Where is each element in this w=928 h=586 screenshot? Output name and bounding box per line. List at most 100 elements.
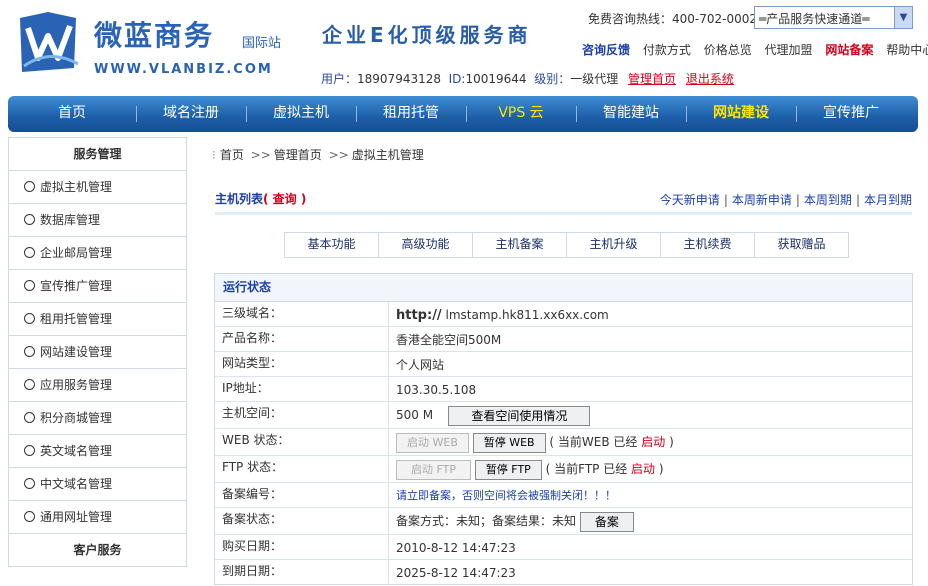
breadcrumb-manage[interactable]: 管理首页 bbox=[274, 148, 322, 162]
link-week-expire[interactable]: 本周到期 bbox=[804, 193, 852, 207]
web-state: 启动 bbox=[641, 435, 666, 449]
beian-warning: 请立即备案，否则空间将会被强制关闭！！！ bbox=[396, 489, 616, 502]
table-row: FTP 状态： 启动 FTP 暂停 FTP ( 当前FTP 已经 启动 ) bbox=[215, 456, 912, 483]
pause-ftp-button[interactable]: 暂停 FTP bbox=[474, 459, 542, 480]
tab-basic[interactable]: 基本功能 bbox=[285, 233, 379, 257]
beian-status-value: 备案方式：未知；备案结果：未知 bbox=[396, 514, 577, 528]
level-value: 一级代理 bbox=[570, 72, 619, 86]
table-row: IP地址： 103.30.5.108 bbox=[215, 377, 912, 402]
run-status-panel: 运行状态 三级域名： http:// lmstamp.hk811.xx6xx.c… bbox=[214, 273, 913, 585]
user-label: 用户： bbox=[321, 72, 358, 86]
id-value: 10019644 bbox=[465, 72, 527, 86]
start-ftp-button[interactable]: 启动 FTP bbox=[396, 459, 471, 480]
circle-icon bbox=[24, 379, 35, 390]
sidebar-item-app[interactable]: 应用服务管理 bbox=[8, 369, 187, 402]
view-space-usage-button[interactable]: 查看空间使用情况 bbox=[448, 405, 591, 426]
circle-icon bbox=[24, 478, 35, 489]
link-beian[interactable]: 网站备案 bbox=[825, 43, 873, 57]
circle-icon bbox=[24, 445, 35, 456]
sidebar-item-vhost[interactable]: 虚拟主机管理 bbox=[8, 171, 187, 204]
sidebar-item-mail[interactable]: 企业邮局管理 bbox=[8, 237, 187, 270]
chevron-down-icon[interactable]: ▼ bbox=[894, 7, 912, 28]
nav-vhost[interactable]: 虚拟主机 bbox=[246, 96, 356, 132]
logout-link[interactable]: 退出系统 bbox=[686, 72, 734, 86]
link-today-new[interactable]: 今天新申请 bbox=[660, 193, 720, 207]
tab-beian[interactable]: 主机备案 bbox=[473, 233, 567, 257]
sidebar: 服务管理 虚拟主机管理 数据库管理 企业邮局管理 宣传推广管理 租用托管管理 网… bbox=[8, 137, 187, 567]
tab-advanced[interactable]: 高级功能 bbox=[379, 233, 473, 257]
brand-url: WWW.VLANBIZ.COM bbox=[94, 62, 273, 77]
domain-label: 三级域名： bbox=[215, 302, 389, 326]
buy-date-label: 购买日期： bbox=[215, 535, 389, 559]
table-row: 购买日期： 2010-8-12 14:47:23 bbox=[215, 535, 912, 560]
sidebar-item-label: 租用托管管理 bbox=[40, 312, 113, 326]
title-rule bbox=[215, 212, 912, 215]
quick-channel-select[interactable]: ═产品服务快速通道═ ▼ bbox=[754, 6, 913, 29]
breadcrumb-home[interactable]: 首页 bbox=[220, 148, 244, 162]
domain-prefix: http:// bbox=[396, 308, 442, 323]
query-link[interactable]: ( 查询 ) bbox=[263, 192, 306, 206]
link-price[interactable]: 价格总览 bbox=[704, 43, 752, 57]
ftp-state: 启动 bbox=[631, 462, 656, 476]
link-agent[interactable]: 代理加盟 bbox=[765, 43, 813, 57]
sidebar-item-webbuild[interactable]: 网站建设管理 bbox=[8, 336, 187, 369]
function-tabs: 基本功能 高级功能 主机备案 主机升级 主机续费 获取赠品 bbox=[284, 232, 849, 258]
breadcrumb: ⁝ 首页 >> 管理首页 >> 虚拟主机管理 bbox=[212, 146, 424, 163]
nav-web-build[interactable]: 网站建设 bbox=[686, 96, 796, 132]
link-pay[interactable]: 付款方式 bbox=[643, 43, 691, 57]
link-help[interactable]: 帮助中心 bbox=[886, 43, 928, 57]
circle-icon bbox=[24, 214, 35, 225]
sidebar-item-points[interactable]: 积分商城管理 bbox=[8, 402, 187, 435]
table-row: 备案状态： 备案方式：未知；备案结果：未知 备案 bbox=[215, 508, 912, 535]
sidebar-item-label: 数据库管理 bbox=[40, 213, 101, 227]
sidebar-item-database[interactable]: 数据库管理 bbox=[8, 204, 187, 237]
circle-icon bbox=[24, 511, 35, 522]
link-consult[interactable]: 咨询反馈 bbox=[582, 43, 630, 57]
nav-domain[interactable]: 域名注册 bbox=[136, 96, 246, 132]
brand-intl-label: 国际站 bbox=[242, 36, 282, 51]
logo-icon bbox=[20, 12, 79, 72]
nav-smart-site[interactable]: 智能建站 bbox=[576, 96, 686, 132]
nav-home[interactable]: 首页 bbox=[8, 96, 136, 132]
space-label: 主机空间： bbox=[215, 402, 389, 428]
tab-gift[interactable]: 获取赠品 bbox=[755, 233, 848, 257]
pause-web-button[interactable]: 暂停 WEB bbox=[472, 432, 546, 453]
sidebar-item-hosting[interactable]: 租用托管管理 bbox=[8, 303, 187, 336]
beian-status-label: 备案状态： bbox=[215, 508, 389, 534]
top-links: 咨询反馈 付款方式 价格总览 代理加盟 网站备案 帮助中心 bbox=[582, 41, 928, 58]
web-note-close: ) bbox=[669, 435, 674, 449]
manage-home-link[interactable]: 管理首页 bbox=[628, 72, 676, 86]
nav-hosting[interactable]: 租用托管 bbox=[356, 96, 466, 132]
table-row: 产品名称： 香港全能空间500M bbox=[215, 327, 912, 352]
circle-icon bbox=[24, 247, 35, 258]
link-week-new[interactable]: 本周新申请 bbox=[732, 193, 792, 207]
beian-button[interactable]: 备案 bbox=[579, 511, 634, 532]
level-label: 级别： bbox=[534, 72, 571, 86]
sidebar-item-en-domain[interactable]: 英文域名管理 bbox=[8, 435, 187, 468]
sidebar-item-cn-domain[interactable]: 中文域名管理 bbox=[8, 468, 187, 501]
sidebar-item-label: 应用服务管理 bbox=[40, 378, 113, 392]
product-label: 产品名称： bbox=[215, 327, 389, 351]
nav-vps[interactable]: VPS 云 bbox=[466, 96, 576, 132]
link-month-expire[interactable]: 本月到期 bbox=[864, 193, 912, 207]
site-type-label: 网站类型： bbox=[215, 352, 389, 376]
start-web-button[interactable]: 启动 WEB bbox=[396, 432, 469, 453]
user-info: 用户：18907943128 ID:10019644 级别：一级代理 管理首页 … bbox=[321, 70, 734, 87]
nav-promo[interactable]: 宣传推广 bbox=[796, 96, 906, 132]
sidebar-item-label: 虚拟主机管理 bbox=[40, 180, 113, 194]
tab-upgrade[interactable]: 主机升级 bbox=[567, 233, 661, 257]
table-row: 到期日期： 2025-8-12 14:47:23 bbox=[215, 560, 912, 584]
sidebar-item-label: 通用网址管理 bbox=[40, 510, 113, 524]
circle-icon bbox=[24, 313, 35, 324]
table-row: WEB 状态： 启动 WEB 暂停 WEB ( 当前WEB 已经 启动 ) bbox=[215, 429, 912, 456]
site-type-value: 个人网站 bbox=[396, 358, 445, 372]
sidebar-item-keyword[interactable]: 通用网址管理 bbox=[8, 501, 187, 534]
expire-date-value: 2025-8-12 14:47:23 bbox=[396, 566, 516, 580]
sidebar-item-label: 中文域名管理 bbox=[40, 477, 113, 491]
sidebar-item-promo[interactable]: 宣传推广管理 bbox=[8, 270, 187, 303]
space-value: 500 M bbox=[396, 408, 434, 422]
circle-icon bbox=[24, 280, 35, 291]
period-links: 今天新申请 | 本周新申请 | 本周到期 | 本月到期 bbox=[660, 191, 912, 208]
tab-renew[interactable]: 主机续费 bbox=[661, 233, 755, 257]
sidebar-item-label: 积分商城管理 bbox=[40, 411, 113, 425]
